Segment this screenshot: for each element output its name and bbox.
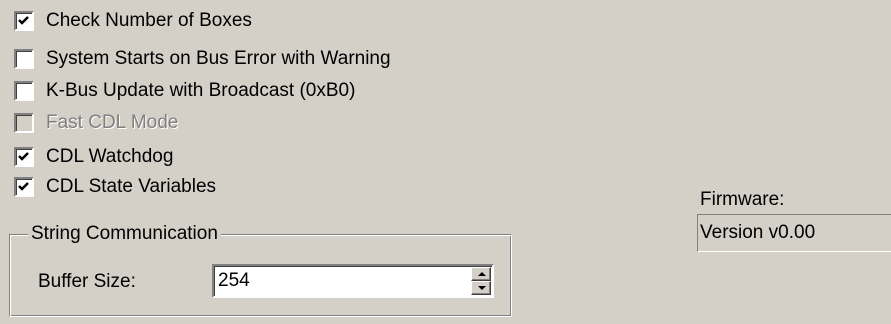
cdl-state-variables-option[interactable]: CDL State Variables — [14, 175, 216, 199]
firmware-version-field: Version v0.00 — [697, 214, 891, 252]
cdl-watchdog-option[interactable]: CDL Watchdog — [14, 145, 173, 169]
arrow-up-icon — [478, 272, 486, 276]
system-starts-on-bus-error-checkbox[interactable] — [14, 49, 34, 69]
buffer-size-label: Buffer Size: — [38, 271, 136, 292]
check-number-of-boxes-checkbox[interactable] — [14, 11, 34, 31]
fast-cdl-mode-checkbox — [14, 113, 34, 133]
firmware-label: Firmware: — [700, 189, 785, 210]
checkmark-icon — [18, 152, 29, 161]
firmware-version-value: Version v0.00 — [700, 222, 816, 243]
checkmark-icon — [18, 16, 29, 25]
check-number-of-boxes-label: Check Number of Boxes — [46, 10, 252, 31]
arrow-down-icon — [478, 286, 486, 290]
string-communication-title: String Communication — [28, 221, 221, 247]
system-starts-on-bus-error-label: System Starts on Bus Error with Warning — [46, 48, 391, 69]
cdl-state-variables-checkbox[interactable] — [14, 177, 34, 197]
spin-up-button[interactable] — [471, 267, 491, 281]
check-number-of-boxes-option[interactable]: Check Number of Boxes — [14, 9, 252, 33]
buffer-size-input[interactable] — [216, 266, 460, 296]
k-bus-update-broadcast-label: K-Bus Update with Broadcast (0xB0) — [46, 80, 356, 101]
k-bus-update-broadcast-option[interactable]: K-Bus Update with Broadcast (0xB0) — [14, 79, 355, 103]
k-bus-update-broadcast-checkbox[interactable] — [14, 81, 34, 101]
cdl-state-variables-label: CDL State Variables — [46, 176, 217, 197]
system-starts-on-bus-error-option[interactable]: System Starts on Bus Error with Warning — [14, 47, 391, 71]
buffer-size-spinbox[interactable] — [212, 264, 494, 298]
checkmark-icon — [18, 182, 29, 191]
cdl-watchdog-checkbox[interactable] — [14, 147, 34, 167]
cdl-watchdog-label: CDL Watchdog — [46, 146, 174, 167]
fast-cdl-mode-label: Fast CDL Mode — [46, 112, 179, 133]
fast-cdl-mode-option: Fast CDL Mode — [14, 111, 178, 135]
spin-down-button[interactable] — [471, 281, 491, 295]
